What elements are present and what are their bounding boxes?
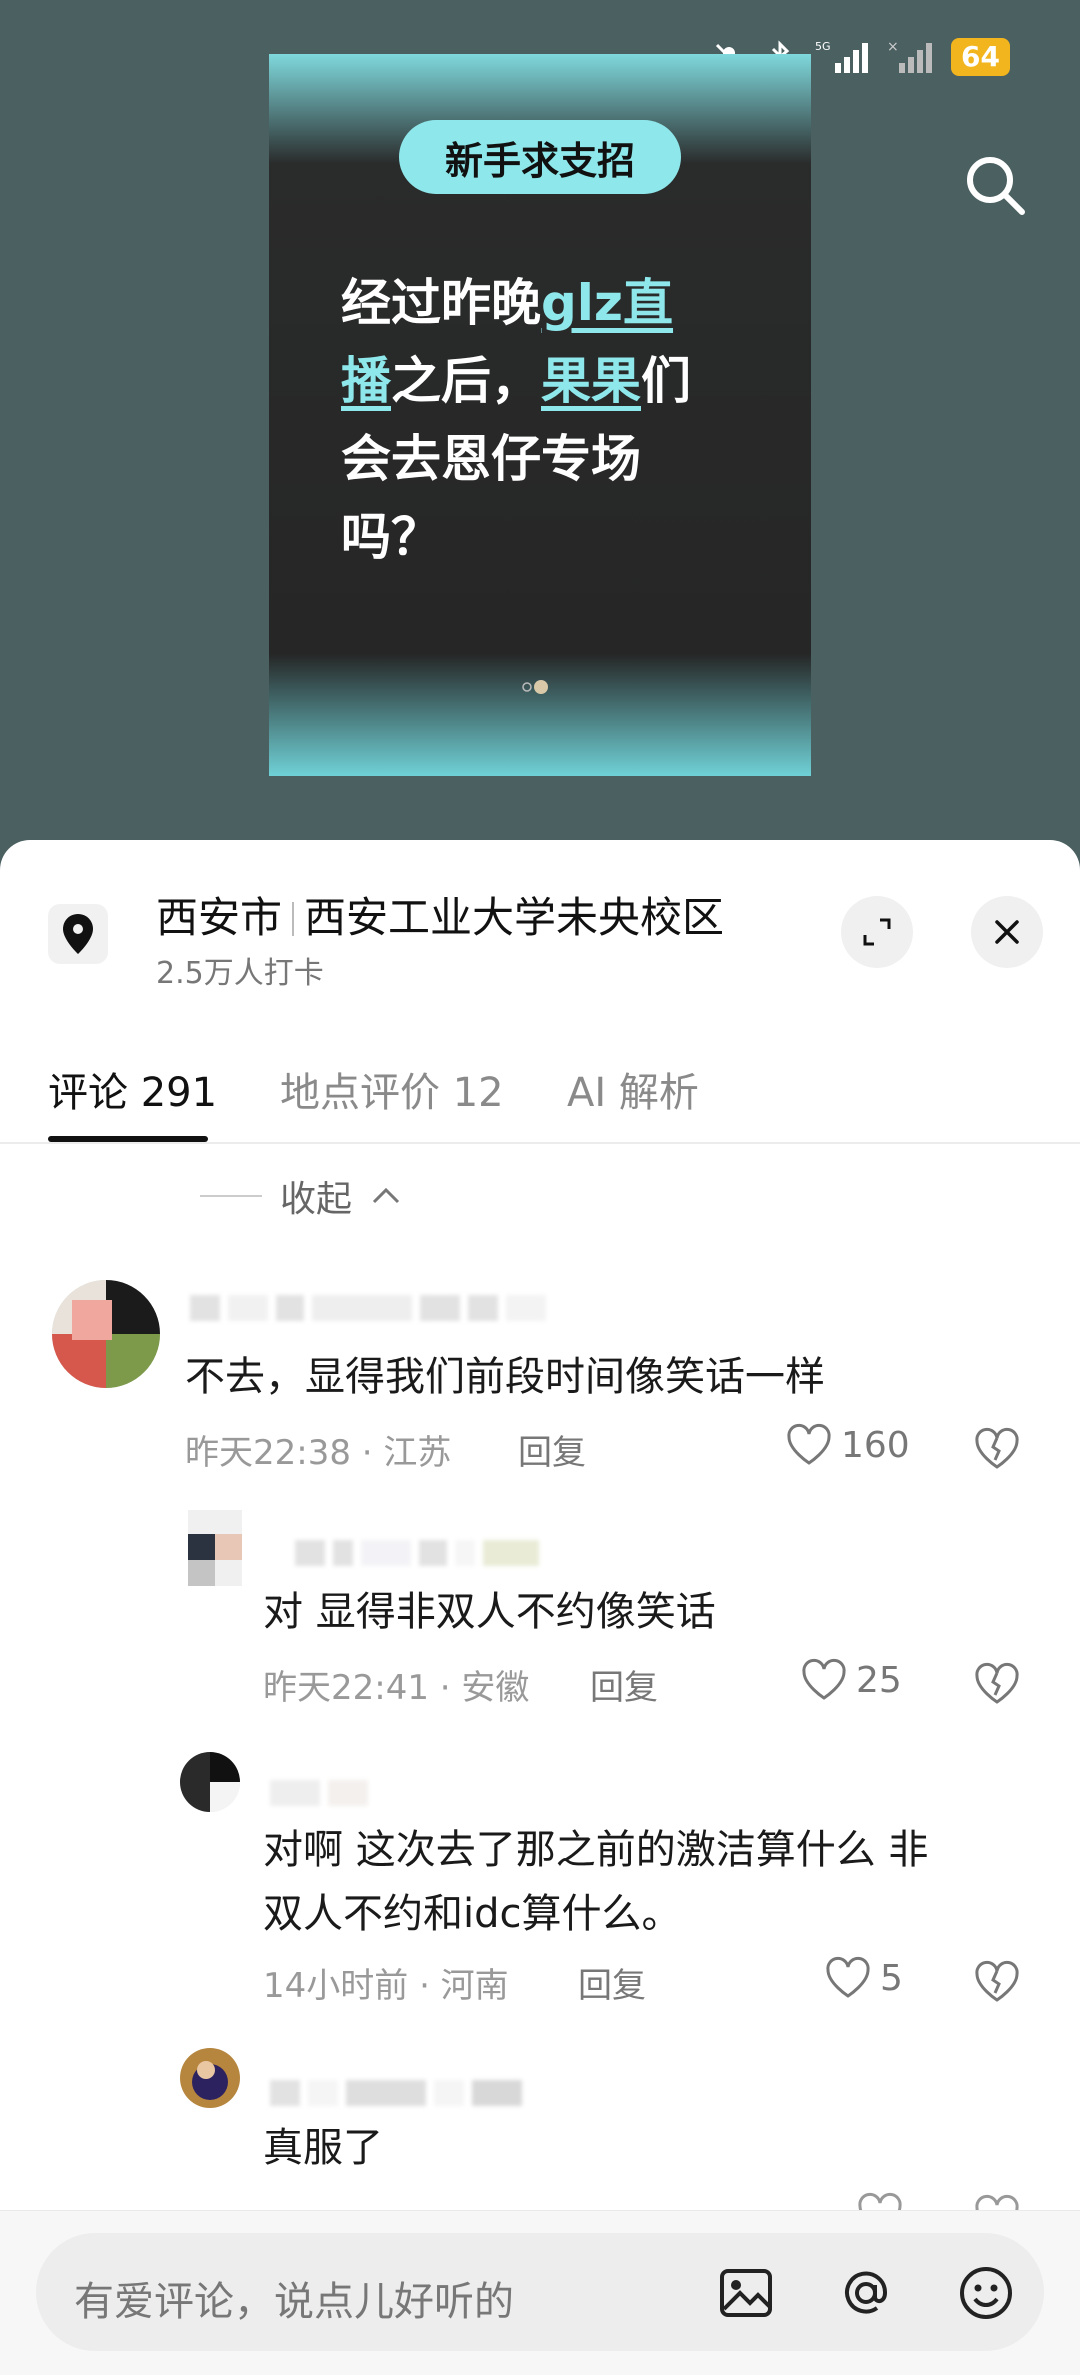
like-button[interactable]: 25 [800, 1658, 902, 1702]
svg-text:5G: 5G [815, 40, 831, 53]
title-divider [292, 902, 295, 936]
battery-indicator: 64 [951, 38, 1010, 76]
location-header[interactable]: 西安市 西安工业大学未央校区 2.5万人打卡 [0, 840, 1080, 1020]
avatar[interactable] [180, 2048, 240, 2108]
comment-meta: 昨天22:41 · 安徽 [263, 1668, 530, 1708]
close-icon [995, 920, 1019, 944]
comment-meta: 14小时前 · 河南 [263, 1966, 509, 2006]
poster-line1b: glz直 [541, 274, 674, 332]
location-title[interactable]: 西安市 西安工业大学未央校区 [156, 884, 724, 945]
comments-sheet: 西安市 西安工业大学未央校区 2.5万人打卡 评论 291 地点评价 12 AI … [0, 840, 1080, 2375]
broken-heart-icon [975, 1427, 1019, 1469]
reply-button[interactable]: 回复 [518, 1425, 586, 1474]
comment-input-placeholder: 有爱评论，说点儿好听的 [74, 2279, 514, 2325]
location-pin-icon [48, 904, 108, 964]
username-redacted[interactable] [270, 2080, 522, 2106]
video-area[interactable]: 5G × 64 新手求支招 经过昨晚glz直 播之后，果果们 会去恩仔专场 吗？ [0, 0, 1080, 860]
active-tab-indicator [48, 1136, 208, 1142]
collapse-replies-button[interactable]: 收起 [200, 1170, 402, 1222]
search-icon[interactable] [960, 150, 1030, 220]
comment-text: 不去，显得我们前段时间像笑话一样 [185, 1354, 825, 1400]
comment-text: 真服了 [263, 2125, 383, 2171]
location-city: 西安市 [156, 893, 283, 942]
poster-line2b: 之后， [391, 352, 541, 410]
tab-comments[interactable]: 评论 291 [48, 1060, 217, 1118]
poster-line1a: 经过昨晚 [341, 274, 541, 332]
expand-button[interactable] [841, 896, 913, 968]
tab-place-reviews[interactable]: 地点评价 12 [280, 1060, 504, 1118]
like-button[interactable]: 160 [785, 1423, 910, 1467]
poster-watermark-icon [521, 678, 553, 696]
comment-meta: 昨天22:38 · 江苏 [185, 1433, 452, 1473]
avatar[interactable] [52, 1280, 160, 1388]
dislike-button[interactable] [973, 1958, 1021, 2006]
poster-line3: 会去恩仔专场 [341, 430, 641, 488]
signal-5g-icon: 5G [815, 39, 871, 75]
tab-bar: 评论 291 地点评价 12 AI 解析 [0, 1040, 1080, 1144]
tab-ai-analysis[interactable]: AI 解析 [567, 1060, 699, 1118]
comment-input[interactable]: 有爱评论，说点儿好听的 [36, 2233, 1044, 2351]
like-count: 160 [841, 1424, 910, 1466]
like-count: 25 [856, 1659, 902, 1701]
close-button[interactable] [971, 896, 1043, 968]
video-poster[interactable]: 新手求支招 经过昨晚glz直 播之后，果果们 会去恩仔专场 吗？ [269, 54, 811, 776]
username-redacted[interactable] [270, 1780, 368, 1806]
broken-heart-icon [975, 1960, 1019, 2002]
broken-heart-icon [975, 1662, 1019, 1704]
poster-line2d: 们 [641, 352, 691, 410]
comment-input-bar: 有爱评论，说点儿好听的 [0, 2210, 1080, 2375]
comment-text: 对 显得非双人不约像笑话 [263, 1589, 716, 1635]
signal-icon: × [887, 39, 935, 75]
collapse-label: 收起 [280, 1179, 353, 1220]
reply-button[interactable]: 回复 [578, 1958, 646, 2007]
poster-text: 经过昨晚glz直 播之后，果果们 会去恩仔专场 吗？ [341, 264, 761, 576]
svg-text:×: × [887, 39, 899, 55]
dislike-button[interactable] [973, 1660, 1021, 1708]
username-redacted[interactable] [295, 1540, 539, 1566]
dislike-button[interactable] [973, 1425, 1021, 1473]
poster-line2a: 播 [341, 352, 391, 410]
poster-line4: 吗？ [341, 508, 441, 566]
poster-line2c: 果果 [541, 352, 641, 410]
location-place: 西安工业大学未央校区 [304, 893, 725, 942]
poster-badge: 新手求支招 [399, 120, 681, 194]
mention-icon[interactable] [836, 2263, 896, 2323]
heart-icon [826, 1956, 870, 1998]
avatar[interactable] [180, 1752, 240, 1812]
heart-icon [787, 1423, 831, 1465]
image-icon[interactable] [716, 2263, 776, 2323]
collapse-divider [200, 1195, 262, 1197]
reply-button[interactable]: 回复 [590, 1660, 658, 1709]
heart-icon [802, 1658, 846, 1700]
location-checkins: 2.5万人打卡 [156, 956, 324, 991]
comment-text-line1: 对啊 这次去了那之前的激洁算什么 非 [263, 1827, 929, 1873]
like-count: 5 [880, 1957, 903, 1999]
chevron-up-icon [372, 1187, 400, 1204]
username-redacted[interactable] [190, 1295, 546, 1321]
expand-icon [863, 918, 891, 946]
like-button[interactable]: 5 [824, 1956, 903, 2000]
avatar[interactable] [188, 1510, 242, 1586]
emoji-icon[interactable] [956, 2263, 1016, 2323]
comment-text-line2: 双人不约和idc算什么。 [263, 1891, 682, 1937]
